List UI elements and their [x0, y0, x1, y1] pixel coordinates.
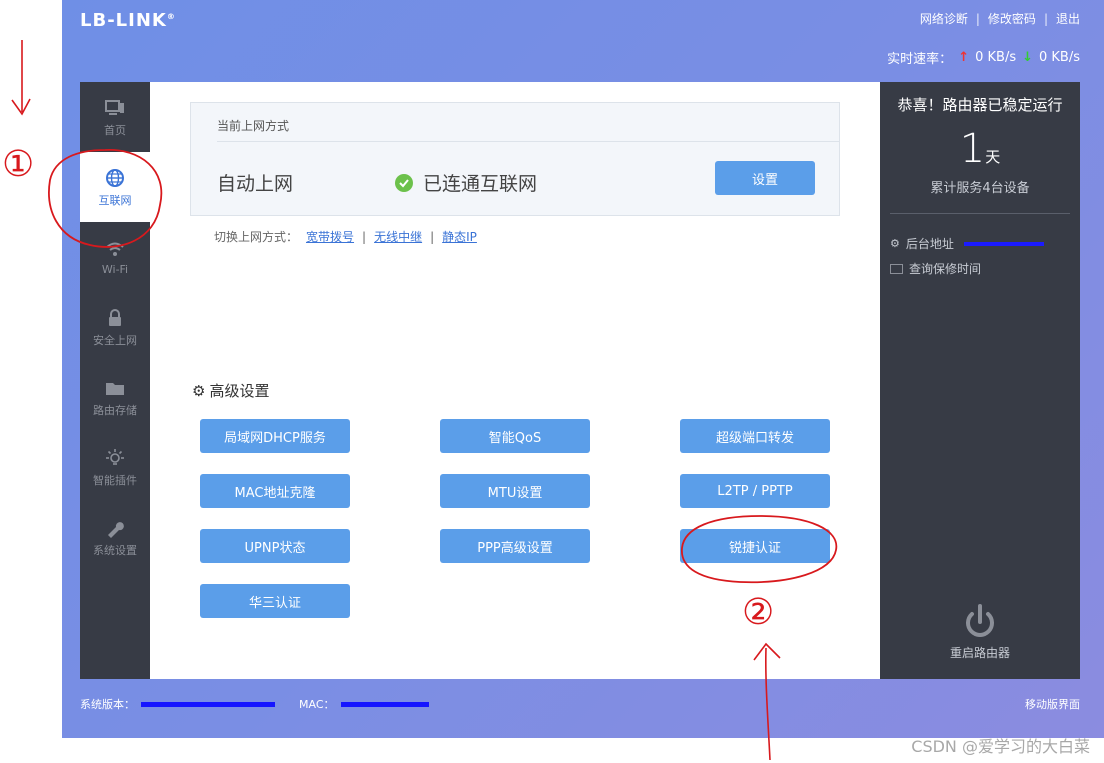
sidebar-item-label: 路由存储 [93, 403, 137, 417]
network-diagnosis-link[interactable]: 网络诊断 [920, 10, 968, 27]
sidebar-item-label: 系统设置 [93, 543, 137, 557]
annotation-arrow [11, 98, 31, 116]
mtu-button[interactable]: MTU设置 [440, 474, 590, 508]
days-unit: 天 [985, 148, 1001, 166]
sidebar-item-security[interactable]: 安全上网 [80, 292, 150, 362]
bulb-icon [106, 448, 124, 465]
gear-icon: ⚙ [192, 381, 206, 400]
sidebar-item-label: 安全上网 [93, 333, 137, 347]
warranty-link[interactable]: 查询保修时间 [890, 260, 981, 277]
wireless-repeater-link[interactable]: 无线中继 [374, 228, 422, 245]
check-icon [395, 173, 413, 192]
mac-clone-button[interactable]: MAC地址克隆 [200, 474, 350, 508]
redaction-mark [340, 701, 429, 707]
sidebar-item-home[interactable]: 首页 [80, 82, 150, 152]
sidebar-item-label: Wi-Fi [101, 263, 129, 276]
sidebar-item-label: 首页 [104, 123, 126, 137]
monitor-icon [105, 99, 124, 115]
static-ip-link[interactable]: 静态IP [442, 228, 477, 245]
redaction-mark [963, 241, 1044, 246]
dhcp-button[interactable]: 局域网DHCP服务 [200, 419, 350, 453]
connection-status: 已连通互联网 [395, 169, 537, 196]
annotation-label-1: ① [2, 144, 34, 185]
sidebar-item-system[interactable]: 系统设置 [80, 502, 150, 572]
divider [890, 213, 1070, 214]
status-panel: 恭喜！路由器已稳定运行 1天 累计服务4台设备 ⚙ 后台地址 查询保修时间 重启… [880, 82, 1080, 679]
separator: | [975, 11, 980, 26]
folder-icon [106, 382, 124, 395]
advanced-settings-title: ⚙ 高级设置 [192, 381, 270, 401]
sidebar-item-plugins[interactable]: 智能插件 [80, 432, 150, 502]
sidebar-item-label: 互联网 [98, 193, 132, 207]
ruijie-auth-button[interactable]: 锐捷认证 [680, 529, 830, 563]
upnp-button[interactable]: UPNP状态 [200, 529, 350, 563]
uptime-title: 恭喜！路由器已稳定运行 [897, 96, 1063, 114]
power-icon [966, 604, 994, 637]
lock-icon [109, 308, 121, 326]
upload-speed: 0 KB/s [975, 50, 1017, 65]
top-links: 网络诊断 | 修改密码 | 退出 [920, 10, 1080, 27]
sidebar: 首页 互联网 Wi-Fi 安全上网 路由存储 智能插件 系统设置 [80, 82, 150, 679]
sidebar-item-label: 智能插件 [93, 473, 137, 487]
change-password-link[interactable]: 修改密码 [988, 10, 1036, 27]
mobile-version-link[interactable]: 移动版界面 [1025, 696, 1080, 712]
port-forward-button[interactable]: 超级端口转发 [680, 419, 830, 453]
watermark: CSDN @爱学习的大白菜 [911, 737, 1090, 756]
redaction-mark [141, 701, 275, 707]
connection-mode: 自动上网 [217, 173, 294, 195]
sidebar-item-wifi[interactable]: Wi-Fi [80, 222, 150, 292]
switch-label: 切换上网方式： [214, 230, 299, 244]
separator: | [430, 229, 435, 244]
devices-served: 累计服务4台设备 [930, 181, 1030, 196]
gear-icon: ⚙ [890, 237, 900, 250]
mac-label: MAC： [299, 698, 335, 711]
uptime-days: 1天 [880, 126, 1080, 172]
download-speed: 0 KB/s [1039, 50, 1080, 65]
download-arrow-icon: ↓ [1022, 50, 1033, 65]
days-number: 1 [959, 126, 986, 172]
settings-button[interactable]: 设置 [715, 161, 815, 195]
ppp-advanced-button[interactable]: PPP高级设置 [440, 529, 590, 563]
qos-button[interactable]: 智能QoS [440, 419, 590, 453]
separator: | [362, 229, 367, 244]
separator: | [1043, 11, 1048, 26]
globe-icon [106, 168, 124, 187]
footer-info: 系统版本： MAC： [80, 696, 429, 712]
version-label: 系统版本： [80, 698, 135, 711]
status-text: 已连通互联网 [423, 173, 538, 195]
divider [217, 141, 839, 142]
sidebar-item-storage[interactable]: 路由存储 [80, 362, 150, 432]
brand-logo: LB-LINK® [80, 10, 176, 31]
main-content: 当前上网方式 自动上网 已连通互联网 设置 切换上网方式： 宽带拨号 | 无线中… [150, 82, 880, 679]
switch-mode-row: 切换上网方式： 宽带拨号 | 无线中继 | 静态IP [214, 228, 477, 245]
current-connection-box: 当前上网方式 自动上网 已连通互联网 设置 [190, 102, 840, 216]
reboot-button[interactable]: 重启路由器 [880, 602, 1080, 661]
l2tp-pptp-button[interactable]: L2TP / PPTP [680, 474, 830, 508]
h3c-auth-button[interactable]: 华三认证 [200, 584, 350, 618]
logout-link[interactable]: 退出 [1056, 10, 1080, 27]
wifi-icon [106, 242, 124, 256]
speed-label: 实时速率： [887, 52, 953, 67]
pppoe-link[interactable]: 宽带拨号 [306, 228, 354, 245]
box-title: 当前上网方式 [217, 119, 290, 133]
admin-address: ⚙ 后台地址 [890, 235, 1044, 252]
sidebar-item-internet[interactable]: 互联网 [80, 152, 150, 222]
realtime-speed: 实时速率： ↑ 0 KB/s ↓ 0 KB/s [887, 48, 1080, 67]
wrench-icon [108, 521, 124, 538]
card-icon [890, 263, 903, 274]
upload-arrow-icon: ↑ [958, 50, 970, 65]
